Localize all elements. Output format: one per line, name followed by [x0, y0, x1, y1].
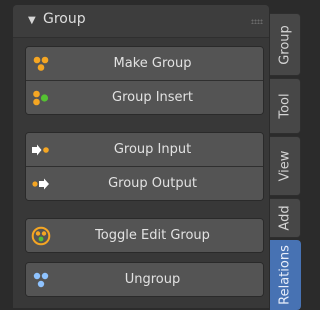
- tab-relations-label: Relations: [277, 245, 293, 305]
- tab-tool-label: Tool: [277, 93, 293, 119]
- tab-group[interactable]: Group: [270, 13, 301, 76]
- group-output-label: Group Output: [108, 176, 197, 191]
- panel-title: Group: [43, 11, 86, 27]
- toggle-edit-group-button[interactable]: Toggle Edit Group: [26, 219, 263, 252]
- sidebar-tabs: Group Tool View Add Relations: [270, 5, 302, 310]
- button-group-ungroup: Ungroup: [25, 262, 264, 297]
- tab-add-label: Add: [277, 205, 293, 231]
- button-group-io: Group Input Group Output: [25, 132, 264, 201]
- ungroup-label: Ungroup: [124, 272, 181, 287]
- tab-view[interactable]: View: [270, 136, 301, 196]
- group-input-button[interactable]: Group Input: [26, 133, 263, 166]
- group-insert-label: Group Insert: [112, 90, 193, 105]
- group-output-button[interactable]: Group Output: [26, 166, 263, 200]
- group-panel: ▼ Group Make Group Group Insert Group In…: [13, 5, 269, 308]
- panel-header[interactable]: ▼ Group: [13, 5, 269, 38]
- button-group-edit: Toggle Edit Group: [25, 218, 264, 253]
- make-group-label: Make Group: [113, 56, 192, 71]
- tab-relations[interactable]: Relations: [270, 240, 301, 310]
- tab-group-label: Group: [277, 24, 293, 65]
- ungroup-button[interactable]: Ungroup: [26, 263, 263, 296]
- button-group-make: Make Group Group Insert: [25, 46, 264, 115]
- make-group-button[interactable]: Make Group: [26, 47, 263, 80]
- tab-tool[interactable]: Tool: [270, 78, 301, 134]
- drag-handle-icon[interactable]: [251, 19, 263, 24]
- toggle-edit-group-label: Toggle Edit Group: [95, 228, 210, 243]
- sidebar-root: ▼ Group Make Group Group Insert Group In…: [0, 0, 302, 310]
- collapse-arrow-icon[interactable]: ▼: [28, 15, 36, 26]
- group-insert-button[interactable]: Group Insert: [26, 80, 263, 114]
- tab-view-label: View: [277, 150, 293, 182]
- group-input-label: Group Input: [113, 142, 192, 157]
- tab-add[interactable]: Add: [270, 198, 301, 238]
